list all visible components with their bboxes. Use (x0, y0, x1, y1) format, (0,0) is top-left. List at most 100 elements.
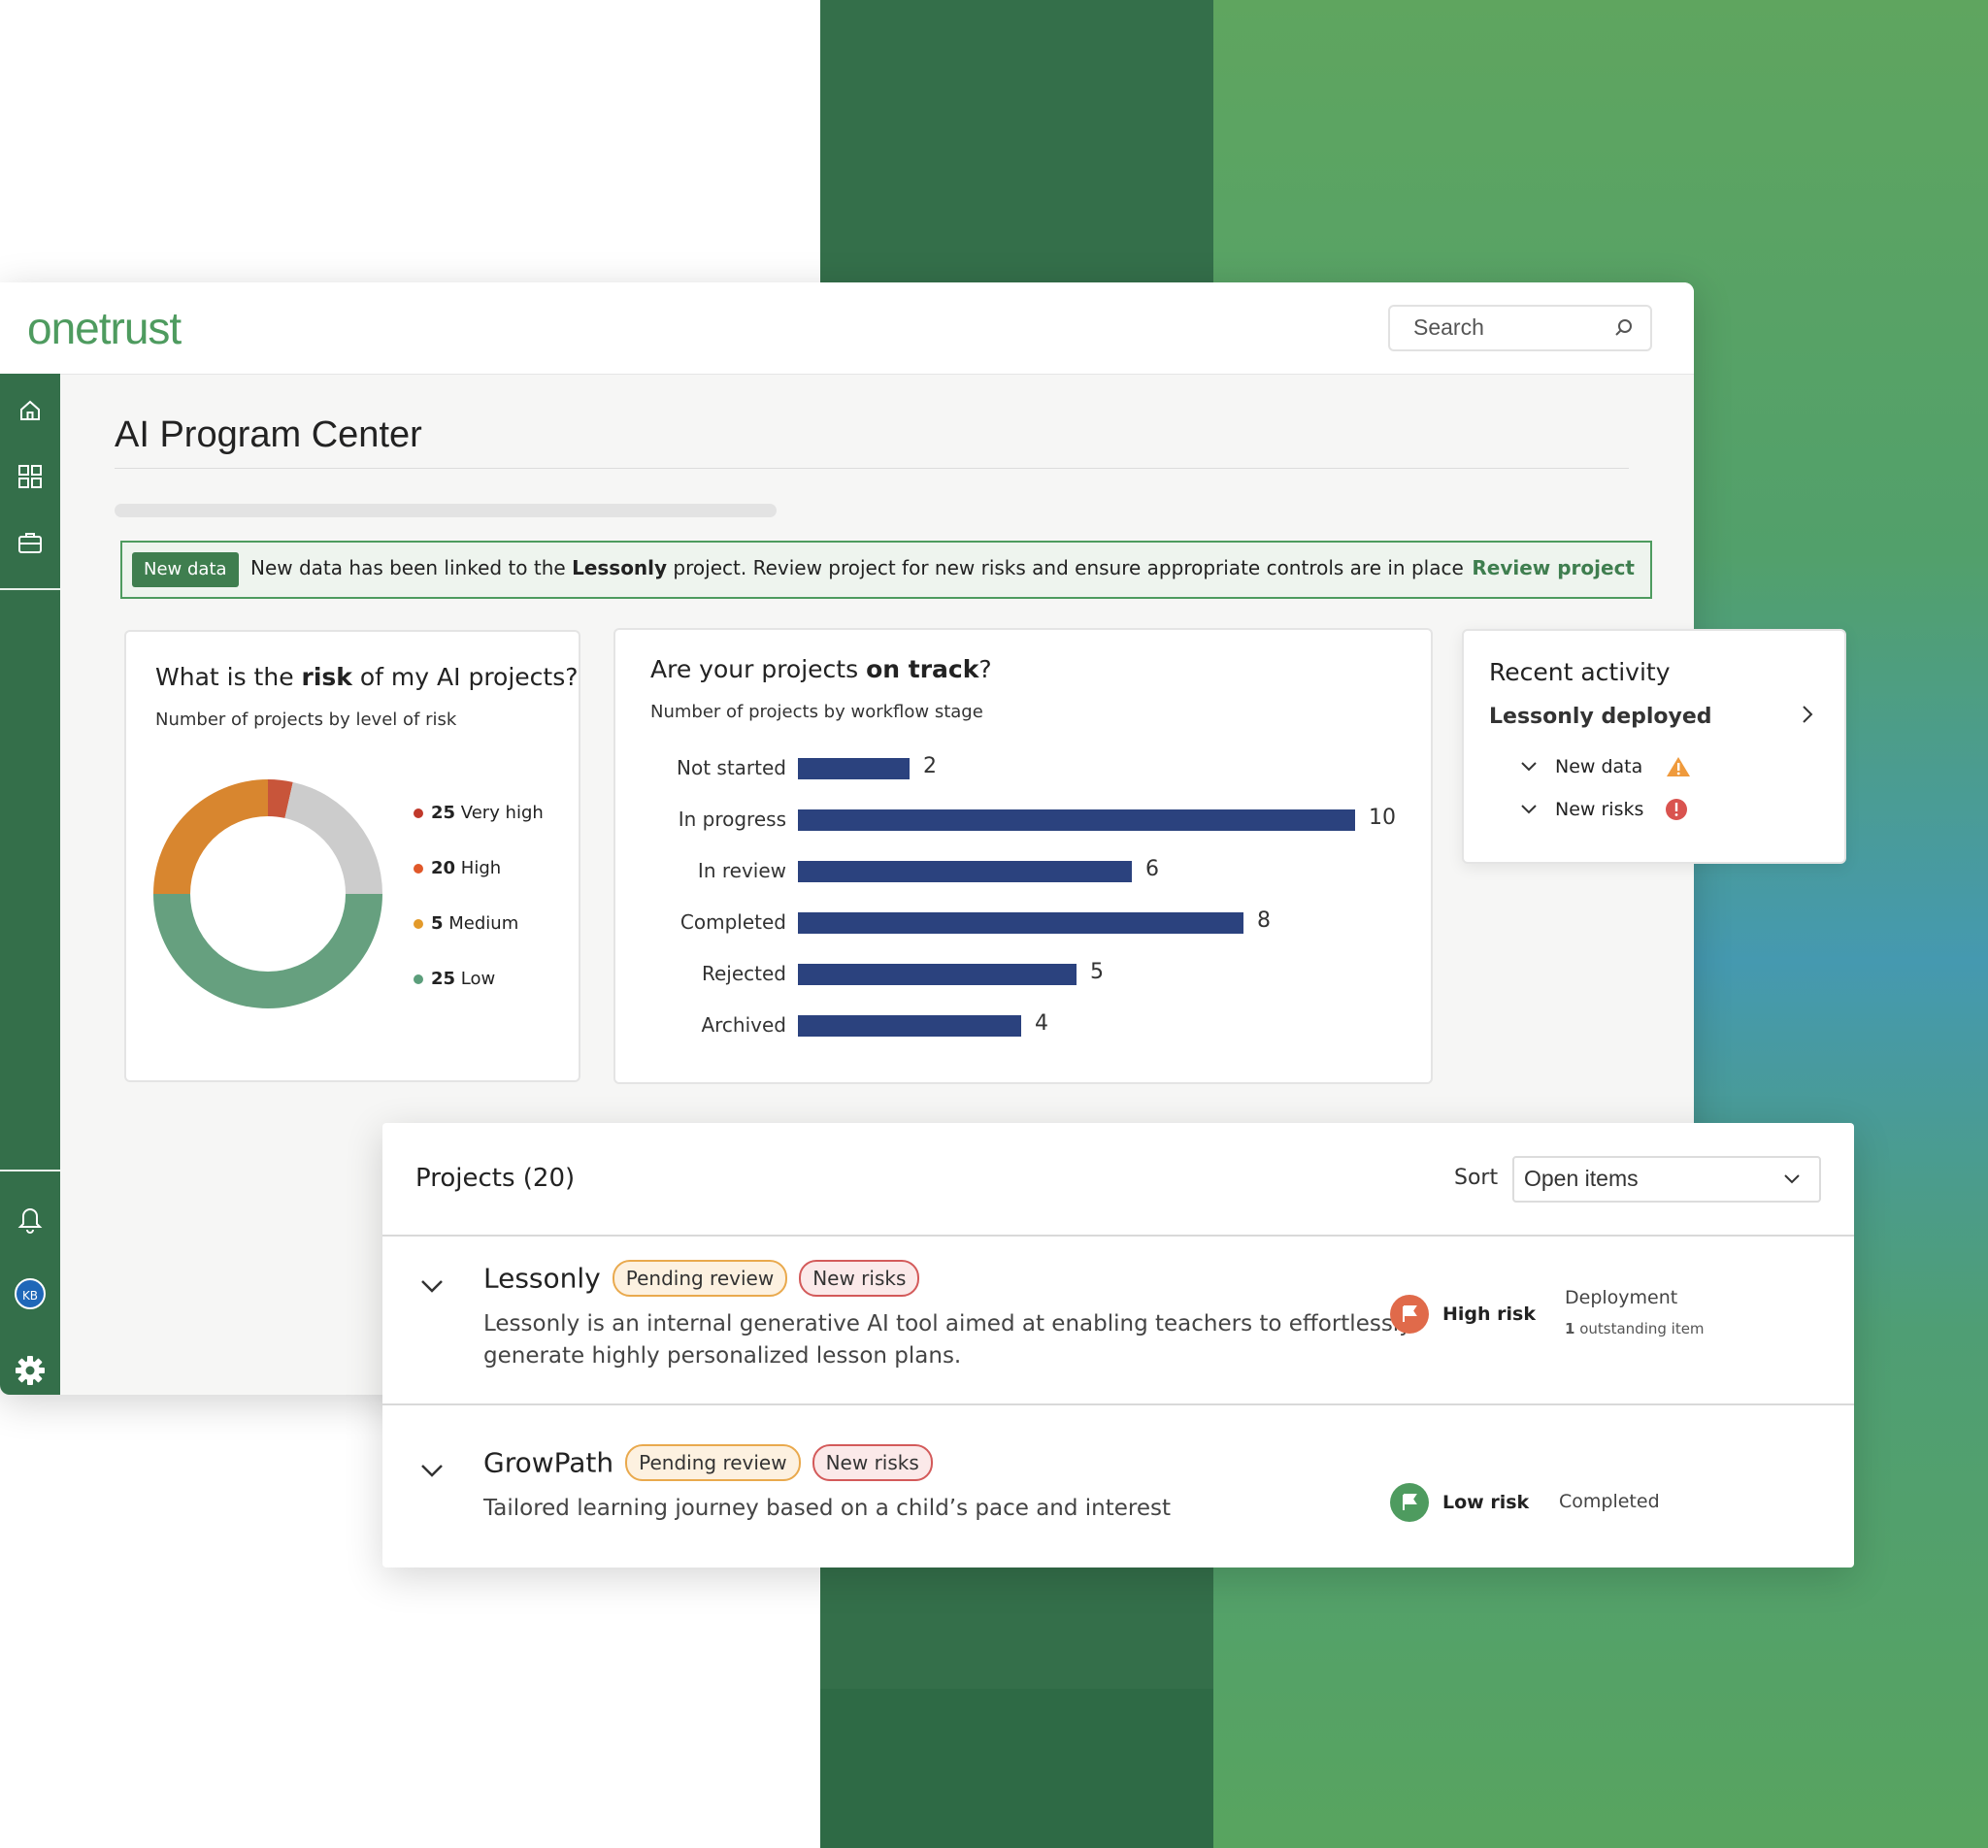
bar-value: 5 (1090, 960, 1104, 984)
subitem-label: New data (1555, 756, 1643, 777)
projects-panel: Projects (20) Sort Open items Lessonly Pe… (382, 1123, 1854, 1568)
bar-in-review (798, 861, 1132, 882)
risk-card-title: What is the risk of my AI projects? (155, 663, 579, 691)
chevron-down-icon (1521, 762, 1537, 772)
briefcase-icon[interactable] (0, 529, 60, 556)
risk-card: What is the risk of my AI projects? Numb… (124, 630, 580, 1082)
pending-review-badge: Pending review (625, 1444, 801, 1481)
expand-chevron-icon[interactable] (417, 1456, 447, 1485)
bar-label: Completed (679, 910, 786, 934)
bar-label: Rejected (701, 962, 786, 985)
donut-slice-high (153, 779, 268, 894)
stage-label: Deployment (1565, 1287, 1678, 1308)
recent-activity-subitem[interactable]: New risks (1518, 798, 1688, 821)
legend-label: Very high (460, 803, 544, 823)
projects-title: Projects (20) (415, 1164, 576, 1193)
search-input[interactable]: Search (1388, 305, 1652, 351)
bar-label: Not started (677, 756, 786, 779)
legend-item: 25 Low (414, 969, 495, 989)
project-name[interactable]: Lessonly (483, 1263, 601, 1295)
project-row[interactable]: Lessonly Pending review New risks Lessonly… (382, 1237, 1854, 1403)
legend-label: High (460, 858, 502, 878)
risk-label: High risk (1442, 1304, 1536, 1325)
legend-label: Medium (448, 913, 519, 934)
new-risks-badge: New risks (812, 1444, 933, 1481)
legend-count: 25 (431, 803, 456, 823)
sort-label: Sort (1454, 1166, 1499, 1190)
avatar-initials: KB (15, 1278, 46, 1309)
grid-icon[interactable] (0, 463, 60, 490)
track-card-title: Are your projects on track? (650, 655, 992, 683)
recent-activity-item[interactable]: Lessonly deployed (1489, 705, 1712, 729)
bar-value: 2 (923, 754, 937, 778)
stage-note: 1 outstanding item (1565, 1320, 1705, 1337)
flag-icon (1390, 1483, 1429, 1522)
donut-slice-low (153, 894, 382, 1008)
sort-value: Open items (1524, 1166, 1639, 1191)
legend-item: 25 Very high (414, 803, 544, 823)
chevron-down-icon (1784, 1174, 1800, 1184)
pending-review-badge: Pending review (612, 1260, 788, 1297)
title-divider (115, 468, 1629, 469)
risk-label: Low risk (1442, 1492, 1530, 1513)
bar-rejected (798, 964, 1077, 985)
onetrust-logo[interactable]: onetrust (27, 302, 182, 354)
chevron-right-icon[interactable] (1798, 701, 1817, 728)
bar-value: 8 (1257, 908, 1271, 933)
sidebar-divider (0, 588, 60, 590)
legend-dot (414, 808, 423, 818)
loading-bar (115, 504, 777, 517)
bar-value: 10 (1369, 806, 1396, 830)
project-row[interactable]: GrowPath Pending review New risks Tailored… (382, 1405, 1854, 1568)
banner-message: New data has been linked to the Lessonly… (250, 556, 1464, 579)
project-name[interactable]: GrowPath (483, 1447, 613, 1479)
bar-label: Archived (701, 1013, 786, 1037)
project-description: Tailored learning journey based on a chi… (483, 1496, 1172, 1521)
risk-card-subtitle: Number of projects by level of risk (155, 710, 457, 730)
flag-icon (1390, 1295, 1429, 1334)
bar-value: 6 (1145, 857, 1159, 881)
legend-dot (414, 863, 423, 874)
page-title: AI Program Center (115, 414, 422, 455)
new-data-tag: New data (132, 552, 239, 587)
sort-dropdown[interactable]: Open items (1512, 1156, 1821, 1203)
alert-icon (1666, 799, 1688, 820)
new-data-banner: New data New data has been linked to the… (120, 541, 1652, 599)
stage-label: Completed (1559, 1491, 1660, 1512)
top-bar: onetrust Search (0, 282, 1694, 375)
bar-label: In progress (678, 808, 786, 831)
legend-item: 20 High (414, 858, 501, 878)
avatar[interactable]: KB (0, 1278, 60, 1309)
legend-count: 20 (431, 858, 456, 878)
bar-completed (798, 912, 1243, 934)
legend-count: 5 (431, 913, 444, 934)
bell-icon[interactable] (0, 1203, 60, 1234)
gear-icon[interactable] (0, 1354, 60, 1387)
legend-dot (414, 918, 423, 929)
chevron-down-icon (1521, 805, 1537, 814)
recent-activity-card: Recent activity Lessonly deployed New da… (1462, 629, 1846, 864)
risk-indicator: Low risk (1390, 1483, 1529, 1522)
home-icon[interactable] (0, 397, 60, 424)
subitem-label: New risks (1555, 799, 1644, 820)
bar-archived (798, 1015, 1021, 1037)
review-project-link[interactable]: Review project (1472, 556, 1635, 579)
track-card: Are your projects on track? Number of pr… (613, 628, 1433, 1084)
new-risks-badge: New risks (799, 1260, 920, 1297)
track-card-subtitle: Number of projects by workflow stage (650, 702, 983, 722)
warning-icon (1667, 757, 1691, 776)
risk-donut-chart (153, 779, 382, 1008)
bar-in-progress (798, 809, 1355, 831)
project-header: Lessonly Pending review New risks (483, 1260, 920, 1297)
legend-dot (414, 974, 423, 984)
legend-count: 25 (431, 969, 456, 989)
background-dark-band (820, 1689, 1213, 1848)
sidebar: KB (0, 374, 60, 1395)
legend-item: 5 Medium (414, 913, 518, 934)
recent-activity-subitem[interactable]: New data (1518, 755, 1691, 778)
recent-activity-title: Recent activity (1489, 658, 1671, 686)
expand-chevron-icon[interactable] (417, 1271, 447, 1301)
project-description: Lessonly is an internal generative AI to… (483, 1311, 1412, 1369)
bar-value: 4 (1035, 1011, 1048, 1036)
bar-label: In review (697, 859, 786, 882)
